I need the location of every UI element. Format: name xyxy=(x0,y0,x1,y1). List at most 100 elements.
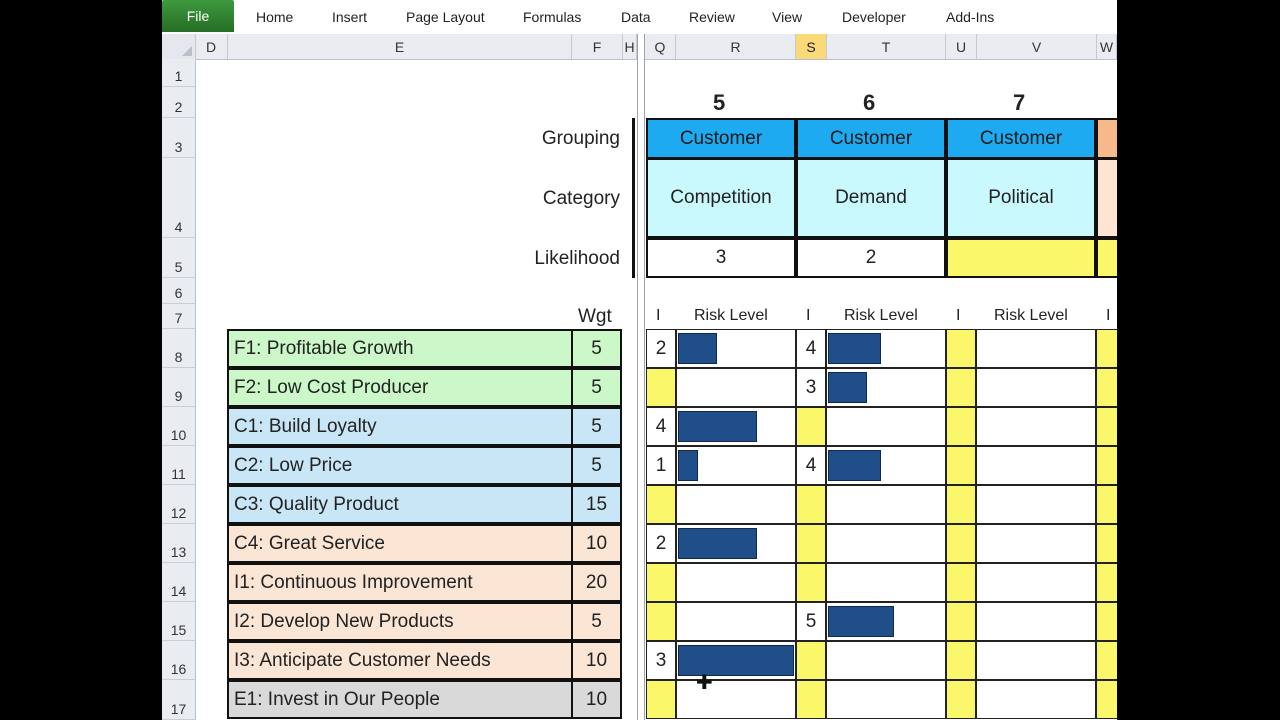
column-header-r[interactable]: R xyxy=(676,34,796,59)
impact-cell[interactable] xyxy=(946,680,976,719)
risk-level-cell[interactable] xyxy=(976,329,1096,368)
objective-name[interactable]: I2: Develop New Products xyxy=(229,604,573,639)
risk-level-cell[interactable] xyxy=(976,446,1096,485)
risk-level-cell[interactable] xyxy=(826,563,946,602)
risk-level-cell[interactable] xyxy=(826,524,946,563)
risk-level-cell[interactable] xyxy=(826,641,946,680)
risk-category-cell[interactable]: Demand xyxy=(796,158,946,238)
risk-level-cell[interactable] xyxy=(826,680,946,719)
row-header-1[interactable]: 1 xyxy=(162,59,195,87)
impact-cell[interactable] xyxy=(946,485,976,524)
column-header-v[interactable]: V xyxy=(977,34,1097,59)
impact-cell[interactable] xyxy=(946,602,976,641)
objective-row[interactable]: E1: Invest in Our People 10 xyxy=(227,680,622,719)
objective-row[interactable]: F1: Profitable Growth 5 xyxy=(227,329,622,368)
risk-level-cell[interactable] xyxy=(976,368,1096,407)
objective-name[interactable]: C3: Quality Product xyxy=(229,487,573,522)
risk-level-cell[interactable] xyxy=(976,602,1096,641)
risk-level-cell[interactable] xyxy=(676,602,796,641)
risk-level-cell[interactable] xyxy=(826,485,946,524)
row-header-14[interactable]: 14 xyxy=(162,563,195,602)
impact-cell[interactable]: 4 xyxy=(646,407,676,446)
impact-cell[interactable]: 1 xyxy=(646,446,676,485)
impact-cell[interactable] xyxy=(646,602,676,641)
impact-cell[interactable] xyxy=(946,563,976,602)
impact-cell[interactable] xyxy=(796,524,826,563)
impact-cell[interactable]: 5 xyxy=(796,602,826,641)
risk-level-cell[interactable] xyxy=(976,680,1096,719)
risk-level-cell[interactable] xyxy=(976,524,1096,563)
impact-cell[interactable] xyxy=(796,641,826,680)
impact-cell[interactable] xyxy=(646,485,676,524)
risk-likelihood-cell[interactable]: 2 xyxy=(796,238,946,278)
risk-grouping-cell[interactable]: Customer xyxy=(796,118,946,159)
risk-category-cell[interactable]: Political xyxy=(946,158,1096,238)
risk-level-cell[interactable] xyxy=(976,563,1096,602)
objective-weight[interactable]: 5 xyxy=(573,604,620,639)
objective-weight[interactable]: 5 xyxy=(573,370,620,405)
objective-weight[interactable]: 10 xyxy=(573,526,620,561)
objective-row[interactable]: C2: Low Price 5 xyxy=(227,446,622,485)
row-header-12[interactable]: 12 xyxy=(162,485,195,524)
column-header-e[interactable]: E xyxy=(228,34,572,59)
objective-row[interactable]: C1: Build Loyalty 5 xyxy=(227,407,622,446)
tab-developer[interactable]: Developer xyxy=(842,0,906,34)
row-header-4[interactable]: 4 xyxy=(162,158,195,238)
freeze-pane-divider[interactable] xyxy=(637,34,645,720)
impact-cell[interactable]: 4 xyxy=(796,329,826,368)
impact-cell[interactable] xyxy=(946,407,976,446)
risk-likelihood-cell[interactable] xyxy=(946,238,1096,278)
tab-formulas[interactable]: Formulas xyxy=(523,0,581,34)
risk-level-cell[interactable] xyxy=(676,680,796,719)
risk-level-cell[interactable] xyxy=(676,563,796,602)
row-header-16[interactable]: 16 xyxy=(162,641,195,680)
risk-level-cell[interactable] xyxy=(976,641,1096,680)
row-header-10[interactable]: 10 xyxy=(162,407,195,446)
select-all-corner[interactable] xyxy=(162,34,196,59)
tab-home[interactable]: Home xyxy=(256,0,293,34)
impact-cell[interactable] xyxy=(796,485,826,524)
risk-grouping-cell[interactable]: Customer xyxy=(946,118,1096,159)
objective-weight[interactable]: 5 xyxy=(573,409,620,444)
column-header-t[interactable]: T xyxy=(827,34,946,59)
row-header-9[interactable]: 9 xyxy=(162,368,195,407)
objective-weight[interactable]: 10 xyxy=(573,643,620,678)
row-header-11[interactable]: 11 xyxy=(162,446,195,485)
objective-row[interactable]: C3: Quality Product 15 xyxy=(227,485,622,524)
impact-cell[interactable]: 2 xyxy=(646,329,676,368)
tab-insert[interactable]: Insert xyxy=(332,0,367,34)
objective-name[interactable]: I3: Anticipate Customer Needs xyxy=(229,643,573,678)
impact-cell[interactable] xyxy=(946,329,976,368)
row-header-6[interactable]: 6 xyxy=(162,278,195,304)
objective-name[interactable]: C2: Low Price xyxy=(229,448,573,483)
impact-cell[interactable]: 4 xyxy=(796,446,826,485)
row-header-2[interactable]: 2 xyxy=(162,87,195,118)
objective-row[interactable]: I2: Develop New Products 5 xyxy=(227,602,622,641)
objective-row[interactable]: I1: Continuous Improvement 20 xyxy=(227,563,622,602)
impact-cell[interactable] xyxy=(646,368,676,407)
tab-view[interactable]: View xyxy=(772,0,802,34)
row-header-17[interactable]: 17 xyxy=(162,680,195,720)
risk-category-cell[interactable]: Competition xyxy=(646,158,796,238)
impact-cell[interactable] xyxy=(796,680,826,719)
column-header-h[interactable]: H xyxy=(623,34,637,59)
row-header-7[interactable]: 7 xyxy=(162,304,195,329)
impact-cell[interactable] xyxy=(946,446,976,485)
risk-likelihood-cell[interactable]: 3 xyxy=(646,238,796,278)
risk-level-cell[interactable] xyxy=(676,485,796,524)
objective-weight[interactable]: 5 xyxy=(573,331,620,366)
objective-weight[interactable]: 5 xyxy=(573,448,620,483)
impact-cell[interactable] xyxy=(796,563,826,602)
objective-weight[interactable]: 10 xyxy=(573,682,620,717)
objective-weight[interactable]: 20 xyxy=(573,565,620,600)
objective-row[interactable]: F2: Low Cost Producer 5 xyxy=(227,368,622,407)
objective-name[interactable]: F1: Profitable Growth xyxy=(229,331,573,366)
row-header-8[interactable]: 8 xyxy=(162,329,195,368)
impact-cell[interactable]: 3 xyxy=(646,641,676,680)
risk-grouping-cell[interactable]: Customer xyxy=(646,118,796,159)
row-header-5[interactable]: 5 xyxy=(162,238,195,278)
objective-name[interactable]: E1: Invest in Our People xyxy=(229,682,573,717)
impact-cell[interactable]: 2 xyxy=(646,524,676,563)
file-tab[interactable]: File xyxy=(162,0,234,32)
column-header-q[interactable]: Q xyxy=(645,34,676,59)
